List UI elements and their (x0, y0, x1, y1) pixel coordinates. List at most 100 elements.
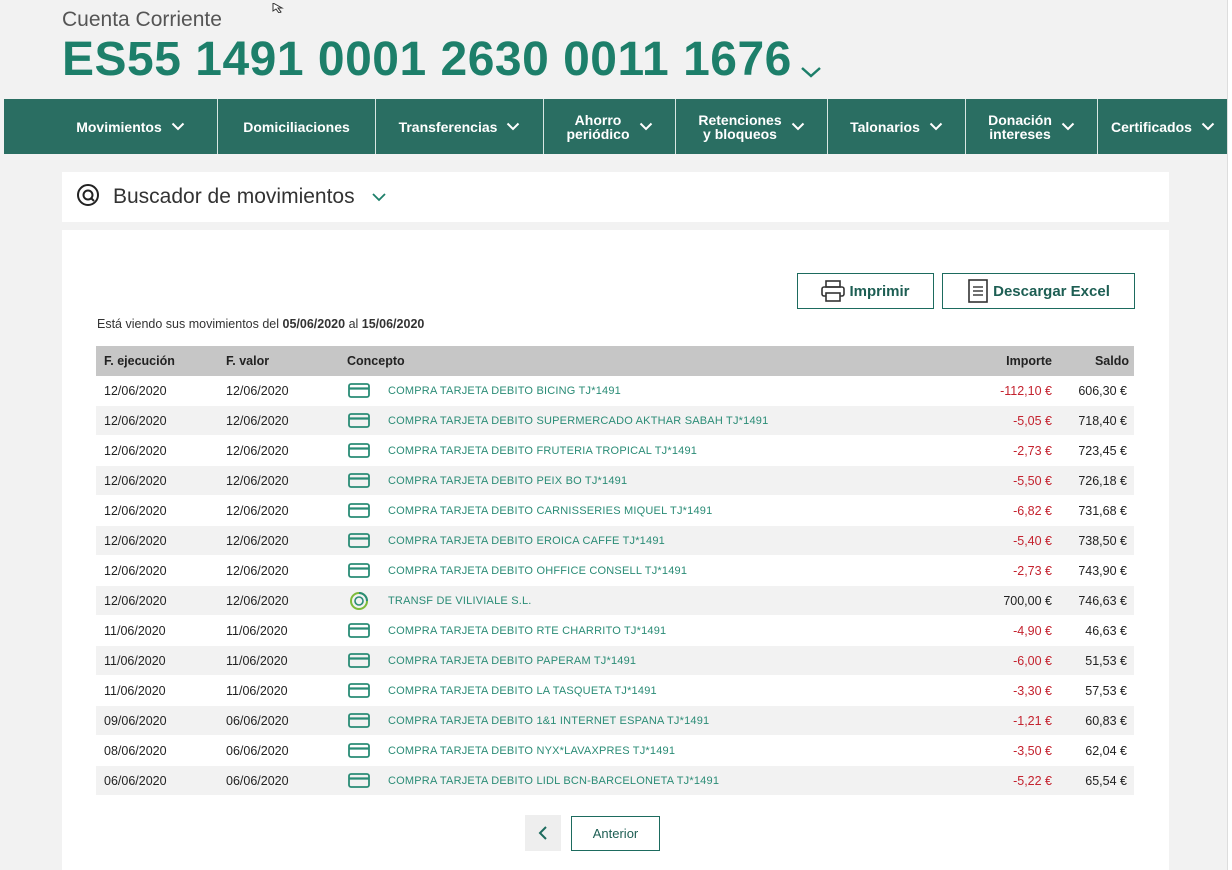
account-selector[interactable]: ES55 1491 0001 2630 0011 1676 (62, 28, 822, 91)
nav-item-domiciliaciones[interactable]: Domiciliaciones (218, 99, 376, 154)
cell-valor: 12/06/2020 (226, 533, 289, 548)
cell-saldo: 731,68 € (1078, 503, 1127, 518)
cell-ejecucion: 11/06/2020 (104, 683, 166, 698)
concept-link[interactable]: COMPRA TARJETA DEBITO SUPERMERCADO AKTHA… (388, 415, 768, 427)
nav-item-label: Movimientos (76, 118, 162, 135)
chevron-down-icon (920, 122, 943, 131)
cell-ejecucion: 11/06/2020 (104, 653, 166, 668)
concept-link[interactable]: COMPRA TARJETA DEBITO BICING TJ*1491 (388, 385, 621, 397)
cell-saldo: 51,53 € (1085, 653, 1127, 668)
card-icon (347, 383, 371, 399)
pagination: Anterior (525, 815, 660, 851)
chevron-down-icon (630, 122, 653, 131)
concept-link[interactable]: COMPRA TARJETA DEBITO LA TASQUETA TJ*149… (388, 685, 657, 697)
cell-importe: -3,50 € (1013, 743, 1052, 758)
card-icon (347, 533, 371, 549)
nav-item-talonarios[interactable]: Talonarios (828, 99, 966, 154)
download-excel-button[interactable]: Descargar Excel (942, 273, 1135, 309)
concept-link[interactable]: COMPRA TARJETA DEBITO NYX*LAVAXPRES TJ*1… (388, 745, 675, 757)
nav-item-label: Ahorro periódico (566, 111, 630, 142)
nav-item-retenciones[interactable]: Retenciones y bloqueos (676, 99, 828, 154)
table-row: 06/06/2020 06/06/2020 COMPRA TARJETA DEBIT… (96, 766, 1134, 796)
document-icon (968, 279, 988, 303)
chevron-down-icon[interactable] (371, 189, 387, 207)
header-valor: F. valor (226, 354, 270, 368)
cell-importe: -5,50 € (1013, 473, 1052, 488)
concept-link[interactable]: COMPRA TARJETA DEBITO OHFFICE CONSELL TJ… (388, 565, 687, 577)
print-button[interactable]: Imprimir (797, 273, 934, 309)
concept-link[interactable]: COMPRA TARJETA DEBITO PEIX BO TJ*1491 (388, 475, 627, 487)
nav-item-transferencias[interactable]: Transferencias (376, 99, 544, 154)
cell-ejecucion: 08/06/2020 (104, 743, 167, 758)
table-row: 08/06/2020 06/06/2020 COMPRA TARJETA DEBIT… (96, 736, 1134, 766)
table-row: 09/06/2020 06/06/2020 COMPRA TARJETA DEBIT… (96, 706, 1134, 736)
header-saldo: Saldo (1094, 354, 1129, 368)
chevron-down-icon[interactable] (800, 36, 822, 91)
concept-link[interactable]: COMPRA TARJETA DEBITO FRUTERIA TROPICAL … (388, 445, 697, 457)
movement-search-panel[interactable]: Buscador de movimientos (62, 172, 1169, 222)
search-title: Buscador de movimientos (113, 185, 355, 208)
date-range-text: Está viendo sus movimientos del 05/06/20… (97, 317, 424, 331)
cell-valor: 12/06/2020 (226, 593, 289, 608)
cell-valor: 12/06/2020 (226, 383, 289, 398)
cell-valor: 06/06/2020 (226, 773, 289, 788)
nav-item-ahorro[interactable]: Ahorro periódico (544, 99, 676, 154)
range-middle: al (348, 317, 359, 331)
concept-link[interactable]: COMPRA TARJETA DEBITO PAPERAM TJ*1491 (388, 655, 636, 667)
cell-ejecucion: 11/06/2020 (104, 623, 166, 638)
cell-importe: -5,22 € (1013, 773, 1052, 788)
cell-ejecucion: 12/06/2020 (104, 383, 167, 398)
table-body: 12/06/2020 12/06/2020 COMPRA TARJETA DEBIT… (96, 376, 1134, 796)
card-icon (347, 683, 371, 699)
table-row: 11/06/2020 11/06/2020 COMPRA TARJETA DEBIT… (96, 646, 1134, 676)
movements-panel: Imprimir Descargar Excel Está viendo sus… (62, 230, 1169, 870)
cell-saldo: 718,40 € (1078, 413, 1127, 428)
chevron-down-icon (782, 122, 805, 131)
anterior-button[interactable]: Anterior (571, 815, 660, 851)
cell-ejecucion: 12/06/2020 (104, 503, 167, 518)
concept-link[interactable]: COMPRA TARJETA DEBITO EROICA CAFFE TJ*14… (388, 535, 665, 547)
card-icon (347, 773, 371, 789)
cell-concepto: COMPRA TARJETA DEBITO FRUTERIA TROPICAL … (339, 443, 975, 459)
concept-link[interactable]: COMPRA TARJETA DEBITO CARNISSERIES MIQUE… (388, 505, 712, 517)
cell-saldo: 723,45 € (1078, 443, 1127, 458)
cell-concepto: COMPRA TARJETA DEBITO CARNISSERIES MIQUE… (339, 503, 975, 519)
cell-valor: 06/06/2020 (226, 743, 289, 758)
table-row: 12/06/2020 12/06/2020 COMPRA TARJETA DEBIT… (96, 436, 1134, 466)
chevron-down-icon (1192, 122, 1215, 131)
table-row: 12/06/2020 12/06/2020 COMPRA TARJETA DEBIT… (96, 406, 1134, 436)
nav-item-donaci-n[interactable]: Donación intereses (966, 99, 1098, 154)
printer-icon (821, 280, 846, 302)
cell-concepto: COMPRA TARJETA DEBITO EROICA CAFFE TJ*14… (339, 533, 975, 549)
cell-valor: 12/06/2020 (226, 563, 289, 578)
concept-link[interactable]: COMPRA TARJETA DEBITO RTE CHARRITO TJ*14… (388, 625, 666, 637)
cell-concepto: COMPRA TARJETA DEBITO OHFFICE CONSELL TJ… (339, 563, 975, 579)
cell-importe: -3,30 € (1013, 683, 1052, 698)
cell-saldo: 746,63 € (1078, 593, 1127, 608)
concept-link[interactable]: COMPRA TARJETA DEBITO LIDL BCN-BARCELONE… (388, 775, 719, 787)
card-icon (347, 473, 371, 489)
cell-importe: -4,90 € (1013, 623, 1052, 638)
cell-concepto: COMPRA TARJETA DEBITO RTE CHARRITO TJ*14… (339, 623, 975, 639)
concept-link[interactable]: COMPRA TARJETA DEBITO 1&1 INTERNET ESPAN… (388, 715, 709, 727)
nav-item-label: Transferencias (398, 118, 498, 135)
range-prefix: Está viendo sus movimientos del (97, 317, 280, 331)
account-number: ES55 1491 0001 2630 0011 1676 (62, 33, 792, 86)
previous-page-button[interactable] (525, 815, 561, 851)
card-icon (347, 743, 371, 759)
header-importe: Importe (1006, 354, 1052, 368)
cell-valor: 06/06/2020 (226, 713, 289, 728)
cell-importe: 700,00 € (1003, 593, 1052, 608)
cell-ejecucion: 12/06/2020 (104, 533, 167, 548)
account-header: Cuenta Corriente ES55 1491 0001 2630 001… (0, 0, 1232, 99)
nav-item-label: Retenciones y bloqueos (698, 111, 782, 142)
nav-item-label: Domiciliaciones (243, 118, 350, 135)
cell-concepto: COMPRA TARJETA DEBITO PAPERAM TJ*1491 (339, 653, 975, 669)
cell-saldo: 62,04 € (1085, 743, 1127, 758)
cell-importe: -2,73 € (1013, 443, 1052, 458)
cell-saldo: 606,30 € (1078, 383, 1127, 398)
nav-item-movimientos[interactable]: Movimientos (4, 99, 218, 154)
cell-valor: 12/06/2020 (226, 443, 289, 458)
nav-item-certificados[interactable]: Certificados (1098, 99, 1228, 154)
concept-link[interactable]: TRANSF DE VILIVIALE S.L. (388, 595, 532, 607)
